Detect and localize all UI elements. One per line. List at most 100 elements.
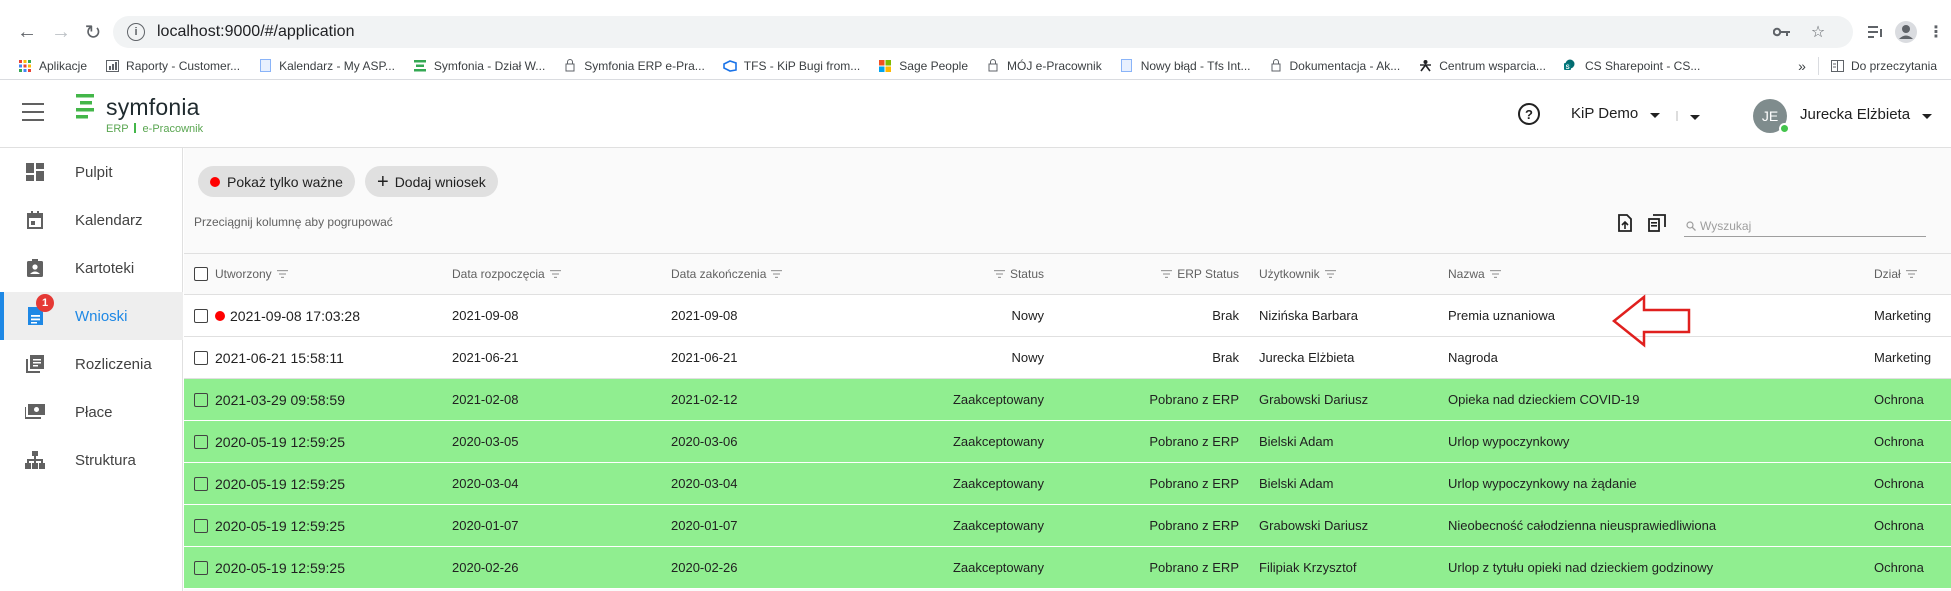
cell-end[interactable]: 2021-09-08 <box>671 295 738 336</box>
bookmark-item[interactable]: Symfonia ERP e-Pra... <box>563 59 705 73</box>
cell-status[interactable]: Zaakceptowany <box>944 505 1044 546</box>
row-checkbox[interactable] <box>194 350 208 365</box>
cell-user[interactable]: Grabowski Dariusz <box>1259 379 1368 420</box>
cell-name[interactable]: Opieka nad dzieckiem COVID-19 <box>1448 379 1639 420</box>
cell-erp-status[interactable]: Pobrano z ERP <box>1104 421 1239 462</box>
table-row[interactable]: 2020-05-19 12:59:25 2020-03-05 2020-03-06 Z… <box>184 421 1951 463</box>
cell-created[interactable]: 2021-03-29 09:58:59 <box>194 379 345 420</box>
search-input[interactable] <box>1700 218 1910 233</box>
cell-dept[interactable]: Marketing <box>1874 337 1931 378</box>
cell-created[interactable]: 2021-06-21 15:58:11 <box>194 337 344 378</box>
sidebar-item-pulpit[interactable]: Pulpit <box>0 148 183 196</box>
site-info-icon[interactable]: i <box>127 23 145 41</box>
cell-created[interactable]: 2020-05-19 12:59:25 <box>194 547 345 588</box>
profile-icon[interactable] <box>1894 20 1918 44</box>
key-icon[interactable] <box>1770 20 1794 44</box>
more-bookmarks-button[interactable]: » <box>1798 58 1806 74</box>
bookmark-item[interactable]: TFS - KiP Bugi from... <box>722 59 860 73</box>
star-icon[interactable]: ☆ <box>1806 20 1830 44</box>
cell-name[interactable]: Urlop z tytułu opieki nad dzieckiem godz… <box>1448 547 1713 588</box>
cell-start[interactable]: 2020-03-04 <box>452 463 519 504</box>
filter-icon[interactable] <box>1324 270 1336 278</box>
cell-dept[interactable]: Ochrona <box>1874 379 1924 420</box>
hamburger-menu-icon[interactable] <box>22 103 44 121</box>
row-checkbox[interactable] <box>194 560 208 575</box>
help-icon[interactable]: ? <box>1518 103 1540 125</box>
reading-list-button[interactable]: Do przeczytania <box>1830 59 1937 73</box>
bookmark-item[interactable]: Aplikacje <box>18 59 87 73</box>
cell-end[interactable]: 2021-02-12 <box>671 379 738 420</box>
add-request-button[interactable]: + Dodaj wniosek <box>365 166 498 197</box>
cell-user[interactable]: Bielski Adam <box>1259 421 1333 462</box>
filter-icon[interactable] <box>1905 270 1917 278</box>
row-checkbox[interactable] <box>194 434 208 449</box>
column-header-user[interactable]: Użytkownik <box>1259 254 1341 294</box>
sidebar-item-place[interactable]: Płace <box>0 388 183 436</box>
cell-dept[interactable]: Ochrona <box>1874 547 1924 588</box>
cell-created[interactable]: 2021-09-08 17:03:28 <box>194 295 360 336</box>
row-checkbox[interactable] <box>194 518 208 533</box>
cell-created[interactable]: 2020-05-19 12:59:25 <box>194 463 345 504</box>
column-header-start-date[interactable]: Data rozpoczęcia <box>452 254 566 294</box>
cell-created[interactable]: 2020-05-19 12:59:25 <box>194 421 345 462</box>
column-header-status[interactable]: Status <box>944 254 1044 294</box>
search-box[interactable] <box>1684 215 1926 237</box>
cell-dept[interactable]: Ochrona <box>1874 505 1924 546</box>
cell-user[interactable]: Filipiak Krzysztof <box>1259 547 1357 588</box>
cell-name[interactable]: Urlop wypoczynkowy na żądanie <box>1448 463 1637 504</box>
cell-erp-status[interactable]: Brak <box>1104 295 1239 336</box>
cell-erp-status[interactable]: Pobrano z ERP <box>1104 463 1239 504</box>
row-checkbox[interactable] <box>194 392 208 407</box>
table-row[interactable]: 2020-05-19 12:59:25 2020-01-07 2020-01-07 Z… <box>184 505 1951 547</box>
bookmark-item[interactable]: Centrum wsparcia... <box>1418 59 1546 73</box>
cell-start[interactable]: 2021-09-08 <box>452 295 519 336</box>
reload-icon[interactable]: ↻ <box>80 19 106 45</box>
cell-erp-status[interactable]: Pobrano z ERP <box>1104 505 1239 546</box>
cell-start[interactable]: 2020-03-05 <box>452 421 519 462</box>
select-all-checkbox[interactable] <box>194 267 208 281</box>
filter-icon[interactable] <box>993 270 1005 278</box>
bookmark-item[interactable]: S CS Sharepoint - CS... <box>1564 59 1700 73</box>
column-header-department[interactable]: Dział <box>1874 254 1922 294</box>
filter-icon[interactable] <box>1161 270 1173 278</box>
filter-icon[interactable] <box>276 270 288 278</box>
cell-status[interactable]: Zaakceptowany <box>944 463 1044 504</box>
address-bar[interactable]: i localhost:9000/#/application <box>113 16 1853 48</box>
cell-user[interactable]: Jurecka Elżbieta <box>1259 337 1354 378</box>
show-important-button[interactable]: Pokaż tylko ważne <box>198 166 355 197</box>
table-row[interactable]: 2020-05-19 12:59:25 2020-03-04 2020-03-04 Z… <box>184 463 1951 505</box>
bookmark-item[interactable]: Symfonia - Dział W... <box>413 59 545 73</box>
cell-end[interactable]: 2020-01-07 <box>671 505 738 546</box>
cell-end[interactable]: 2020-03-04 <box>671 463 738 504</box>
language-selector[interactable] <box>1676 111 1700 121</box>
cell-status[interactable]: Nowy <box>944 337 1044 378</box>
cell-dept[interactable]: Marketing <box>1874 295 1931 336</box>
cell-end[interactable]: 2020-02-26 <box>671 547 738 588</box>
cell-user[interactable]: Grabowski Dariusz <box>1259 505 1368 546</box>
bookmark-item[interactable]: Sage People <box>878 59 968 73</box>
bookmark-item[interactable]: Raporty - Customer... <box>105 59 240 73</box>
cell-user[interactable]: Nizińska Barbara <box>1259 295 1358 336</box>
sidebar-item-kartoteki[interactable]: Kartoteki <box>0 244 183 292</box>
cell-end[interactable]: 2020-03-06 <box>671 421 738 462</box>
back-arrow-icon[interactable]: ← <box>14 19 40 45</box>
reading-list-icon[interactable] <box>1864 20 1888 44</box>
column-header-erp-status[interactable]: ERP Status <box>1104 254 1239 294</box>
cell-erp-status[interactable]: Pobrano z ERP <box>1104 547 1239 588</box>
sidebar-item-kalendarz[interactable]: Kalendarz <box>0 196 183 244</box>
cell-end[interactable]: 2021-06-21 <box>671 337 738 378</box>
column-header-created[interactable]: Utworzony <box>194 254 293 294</box>
row-checkbox[interactable] <box>194 308 208 323</box>
sidebar-item-struktura[interactable]: Struktura <box>0 436 183 484</box>
column-header-name[interactable]: Nazwa <box>1448 254 1506 294</box>
filter-icon[interactable] <box>771 270 783 278</box>
sidebar-item-wnioski[interactable]: 1 Wnioski <box>0 292 183 340</box>
column-header-end-date[interactable]: Data zakończenia <box>671 254 787 294</box>
column-chooser-icon[interactable] <box>1646 212 1668 234</box>
cell-name[interactable]: Premia uznaniowa <box>1448 295 1555 336</box>
cell-dept[interactable]: Ochrona <box>1874 421 1924 462</box>
cell-created[interactable]: 2020-05-19 12:59:25 <box>194 505 345 546</box>
forward-arrow-icon[interactable]: → <box>48 19 74 45</box>
cell-erp-status[interactable]: Brak <box>1104 337 1239 378</box>
bookmark-item[interactable]: MÓJ e-Pracownik <box>986 59 1102 73</box>
